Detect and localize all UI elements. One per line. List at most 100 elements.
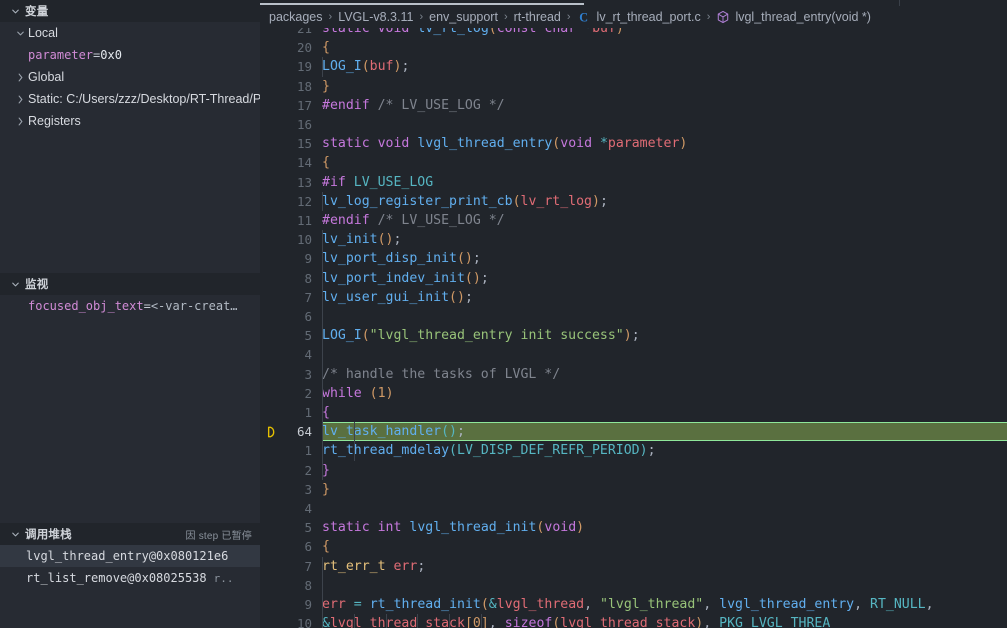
chevron-down-icon[interactable] <box>8 527 22 541</box>
line-number[interactable]: 17 <box>260 98 322 113</box>
line-number[interactable]: 3 <box>260 367 322 382</box>
code-line[interactable]: 16 <box>260 115 1007 134</box>
debug-ide-window: 变量 Local parameter = 0x0 Global Static: … <box>0 0 1007 628</box>
line-number[interactable]: 5 <box>260 520 322 535</box>
line-number[interactable]: 19 <box>260 59 322 74</box>
line-number[interactable]: 15 <box>260 136 322 151</box>
line-number[interactable]: 2 <box>260 386 322 401</box>
code-line[interactable]: 5 LOG_I("lvgl_thread_entry init success"… <box>260 326 1007 346</box>
code-line[interactable]: 11 #endif /* LV_USE_LOG */ <box>260 211 1007 230</box>
line-number[interactable]: 10 <box>260 616 322 628</box>
line-number[interactable]: 1 <box>260 443 322 458</box>
editor-tab-strip <box>260 0 1007 6</box>
line-number-current[interactable]: 64 <box>260 424 322 439</box>
code-line-current[interactable]: 64 lv_task_handler(); <box>260 422 1007 442</box>
code-line[interactable]: 6 <box>260 307 1007 327</box>
chevron-down-icon[interactable] <box>8 277 22 291</box>
line-number[interactable]: 7 <box>260 559 322 574</box>
code-line[interactable]: 3 /* handle the tasks of LVGL */ <box>260 364 1007 384</box>
line-number[interactable]: 6 <box>260 539 322 554</box>
code-line[interactable]: 17 #endif /* LV_USE_LOG */ <box>260 96 1007 115</box>
variables-scope-local[interactable]: Local <box>0 22 260 44</box>
line-number[interactable]: 13 <box>260 175 322 190</box>
line-number[interactable]: 7 <box>260 290 322 305</box>
breadcrumb-item-env-support[interactable]: env_support <box>429 10 498 24</box>
code-line[interactable]: 20{ <box>260 38 1007 57</box>
line-number[interactable]: 18 <box>260 79 322 94</box>
chevron-down-icon[interactable] <box>8 4 22 18</box>
variables-scope-global[interactable]: Global <box>0 66 260 88</box>
breadcrumb-item-packages[interactable]: packages <box>269 10 323 24</box>
code-line[interactable]: 2 } <box>260 460 1007 480</box>
line-number[interactable]: 12 <box>260 194 322 209</box>
debug-step-arrow-icon[interactable] <box>265 425 278 438</box>
watch-pane-header[interactable]: 监视 <box>0 273 260 295</box>
variable-row-parameter[interactable]: parameter = 0x0 <box>0 44 260 66</box>
code-line[interactable]: 7 rt_err_t err; <box>260 556 1007 576</box>
line-number[interactable]: 8 <box>260 578 322 593</box>
code-line[interactable]: 5 static int lvgl_thread_init(void) <box>260 518 1007 537</box>
line-number[interactable]: 6 <box>260 309 322 324</box>
code-line[interactable]: 21 static void lv_rt_log(const char *buf) <box>260 28 1007 38</box>
indent-guide <box>322 230 323 250</box>
variables-scope-static[interactable]: Static: C:/Users/zzz/Desktop/RT-Thread/P… <box>0 88 260 110</box>
line-number[interactable]: 11 <box>260 213 322 228</box>
variable-name: parameter <box>28 48 94 62</box>
line-number[interactable]: 2 <box>260 463 322 478</box>
line-number[interactable]: 20 <box>260 40 322 55</box>
code-line[interactable]: 8 lv_port_indev_init(); <box>260 268 1007 288</box>
code-line[interactable]: 4 <box>260 345 1007 365</box>
code-line[interactable]: 13 #if LV_USE_LOG <box>260 173 1007 192</box>
code-line[interactable]: 4 <box>260 499 1007 518</box>
code-line[interactable]: 8 <box>260 575 1007 595</box>
chevron-right-icon[interactable] <box>12 116 28 127</box>
code-line-text: } <box>322 481 330 497</box>
chevron-right-icon[interactable] <box>12 72 28 83</box>
line-number[interactable]: 4 <box>260 501 322 516</box>
indent-guide <box>353 422 355 442</box>
line-number[interactable]: 10 <box>260 232 322 247</box>
breadcrumb-item-lvgl[interactable]: LVGL-v8.3.11 <box>338 10 413 24</box>
callstack-frame-row[interactable]: rt_list_remove@0x08025538 r.. <box>0 567 260 589</box>
line-number[interactable]: 21 <box>260 28 322 36</box>
code-line-text: static void lvgl_thread_entry(void *para… <box>322 136 688 152</box>
code-line[interactable]: 10 lv_init(); <box>260 230 1007 250</box>
callstack-frame-row[interactable]: lvgl_thread_entry@0x080121e6 <box>0 545 260 567</box>
code-line[interactable]: 7 lv_user_gui_init(); <box>260 287 1007 307</box>
code-line[interactable]: 1 rt_thread_mdelay(LV_DISP_DEF_REFR_PERI… <box>260 441 1007 461</box>
code-line[interactable]: 9 err = rt_thread_init(&lvgl_thread, "lv… <box>260 595 1007 615</box>
code-line[interactable]: 1 { <box>260 403 1007 423</box>
chevron-down-icon[interactable] <box>12 28 28 39</box>
code-line[interactable]: 18} <box>260 77 1007 96</box>
code-line-text <box>322 307 1007 326</box>
line-number[interactable]: 8 <box>260 271 322 286</box>
line-number[interactable]: 5 <box>260 328 322 343</box>
code-line[interactable]: 9 lv_port_disp_init(); <box>260 249 1007 269</box>
code-line[interactable]: 2 while (1) <box>260 383 1007 403</box>
callstack-pane-header[interactable]: 调用堆栈 因 step 已暂停 <box>0 523 260 545</box>
code-line[interactable]: 14{ <box>260 153 1007 172</box>
indent-guide <box>322 422 323 442</box>
line-number[interactable]: 4 <box>260 347 322 362</box>
chevron-right-icon[interactable] <box>12 94 28 105</box>
line-number[interactable]: 14 <box>260 155 322 170</box>
breadcrumb-item-file[interactable]: lv_rt_thread_port.c <box>597 10 701 24</box>
code-line[interactable]: 19 LOG_I(buf); <box>260 57 1007 77</box>
line-number[interactable]: 9 <box>260 251 322 266</box>
code-line[interactable]: 10 &lvgl_thread_stack[0], sizeof(lvgl_th… <box>260 614 1007 628</box>
code-editor[interactable]: 21 static void lv_rt_log(const char *buf)… <box>260 28 1007 628</box>
code-line[interactable]: 6{ <box>260 537 1007 556</box>
variable-equals: = <box>93 48 101 62</box>
variables-scope-registers[interactable]: Registers <box>0 110 260 132</box>
line-number[interactable]: 16 <box>260 117 322 132</box>
watch-expression-row[interactable]: focused_obj_text = <-var-creat… <box>0 295 260 317</box>
line-number[interactable]: 1 <box>260 405 322 420</box>
line-number[interactable]: 9 <box>260 597 322 612</box>
breadcrumb-item-rt-thread[interactable]: rt-thread <box>514 10 561 24</box>
line-number[interactable]: 3 <box>260 482 322 497</box>
code-line[interactable]: 15 static void lvgl_thread_entry(void *pa… <box>260 134 1007 153</box>
variables-pane-header[interactable]: 变量 <box>0 0 260 22</box>
breadcrumb-item-symbol[interactable]: lvgl_thread_entry(void *) <box>735 10 871 24</box>
code-line[interactable]: 12 lv_log_register_print_cb(lv_rt_log); <box>260 191 1007 211</box>
code-line[interactable]: 3} <box>260 480 1007 499</box>
